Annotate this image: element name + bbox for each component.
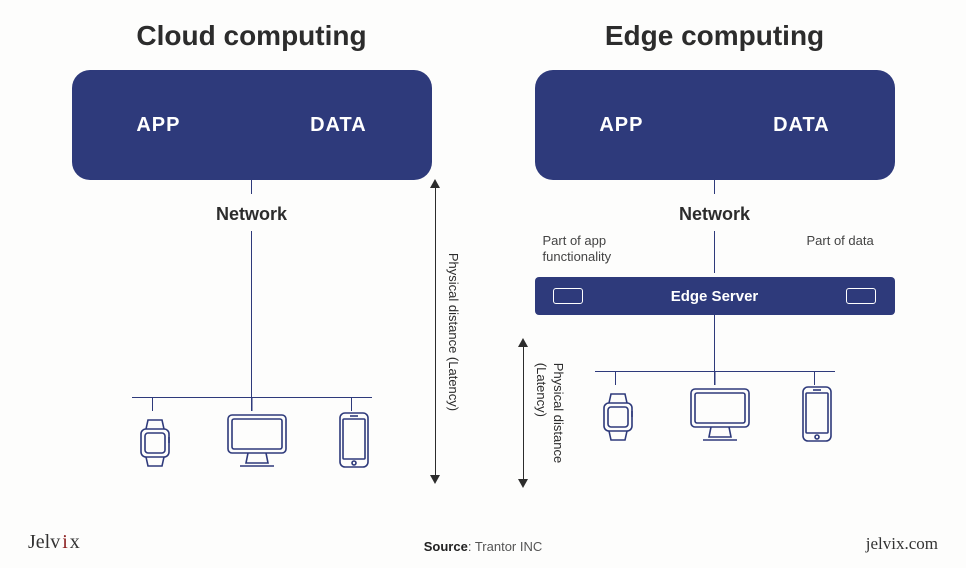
edge-latency-label: Physical distance (Latency) bbox=[532, 363, 566, 463]
edge-latency-arrow: Physical distance (Latency) bbox=[518, 338, 528, 488]
edge-app-label: APP bbox=[599, 114, 643, 137]
edge-devices bbox=[595, 385, 835, 443]
smartphone-icon bbox=[336, 411, 372, 469]
cloud-box: APP DATA bbox=[72, 70, 432, 180]
cloud-app-label: APP bbox=[136, 114, 180, 137]
edge-slot-icon bbox=[846, 288, 876, 304]
edge-subright-label: Part of data bbox=[807, 233, 887, 264]
cloud-network-label: Network bbox=[216, 204, 287, 225]
edge-server-label: Edge Server bbox=[671, 288, 759, 305]
cloud-latency-arrow: Physical distance (Latency) bbox=[430, 179, 440, 484]
cloud-data-label: DATA bbox=[310, 114, 367, 137]
cloud-column: Cloud computing APP DATA Network bbox=[40, 20, 463, 469]
edge-network-label: Network bbox=[679, 204, 750, 225]
connector-line bbox=[251, 180, 252, 194]
edge-slot-icon bbox=[553, 288, 583, 304]
edge-subleft-label: Part of app functionality bbox=[543, 233, 663, 264]
connector-line bbox=[714, 180, 715, 194]
edge-column: Edge computing APP DATA Network Part of … bbox=[503, 20, 926, 469]
cloud-devices bbox=[132, 411, 372, 469]
desktop-icon bbox=[685, 385, 755, 443]
desktop-icon bbox=[222, 411, 292, 469]
footer: Jelvix Source: Trantor INC jelvix.com bbox=[0, 531, 966, 554]
cloud-title: Cloud computing bbox=[136, 20, 366, 52]
smartwatch-icon bbox=[132, 417, 178, 469]
edge-server-bar: Edge Server bbox=[535, 277, 895, 315]
connector-line bbox=[251, 231, 252, 411]
site-url: jelvix.com bbox=[866, 534, 938, 554]
edge-title: Edge computing bbox=[605, 20, 824, 52]
source-credit: Source: Trantor INC bbox=[424, 539, 543, 554]
cloud-latency-label: Physical distance (Latency) bbox=[444, 252, 461, 410]
smartwatch-icon bbox=[595, 391, 641, 443]
edge-data-label: DATA bbox=[773, 114, 830, 137]
smartphone-icon bbox=[799, 385, 835, 443]
edge-box: APP DATA bbox=[535, 70, 895, 180]
brand-logo: Jelvix bbox=[28, 531, 80, 554]
